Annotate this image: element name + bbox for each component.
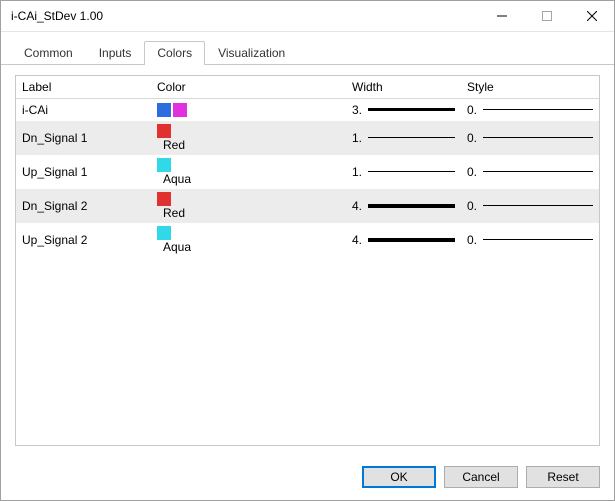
color-name: Red — [163, 206, 185, 220]
color-swatch — [157, 226, 171, 240]
width-value: 4. — [352, 233, 364, 247]
color-name: Aqua — [163, 240, 191, 254]
color-swatch — [157, 158, 171, 172]
row-style-cell[interactable]: 0. — [461, 189, 599, 223]
row-style-cell[interactable]: 0. — [461, 223, 599, 257]
style-preview-line — [483, 205, 593, 206]
color-swatches — [157, 103, 340, 117]
colors-grid: Label Color Width Style i-CAi3.0.Dn_Sign… — [16, 76, 599, 257]
tab-strip: CommonInputsColorsVisualization — [1, 32, 614, 65]
color-swatch — [157, 192, 171, 206]
row-color-cell[interactable]: Aqua — [151, 223, 346, 257]
color-name: Aqua — [163, 172, 191, 186]
row-width-cell[interactable]: 3. — [346, 99, 461, 121]
row-width-cell[interactable]: 4. — [346, 223, 461, 257]
close-icon — [587, 11, 597, 21]
row-label: i-CAi — [16, 99, 151, 121]
row-width-cell[interactable]: 4. — [346, 189, 461, 223]
width-preview-line — [368, 137, 455, 138]
dialog-window: i-CAi_StDev 1.00 CommonInputsColorsVisua… — [0, 0, 615, 501]
color-swatch — [173, 103, 187, 117]
color-swatch — [157, 124, 171, 138]
minimize-icon — [497, 11, 507, 21]
row-color-cell[interactable]: Red — [151, 121, 346, 155]
row-color-cell[interactable]: Red — [151, 189, 346, 223]
table-row[interactable]: Dn_Signal 1 Red 1. 0. — [16, 121, 599, 155]
width-value: 3. — [352, 103, 364, 117]
cancel-button[interactable]: Cancel — [444, 466, 518, 488]
style-value: 0. — [467, 131, 479, 145]
style-preview-line — [483, 171, 593, 172]
window-controls — [479, 1, 614, 31]
tab-colors[interactable]: Colors — [144, 41, 205, 65]
row-label: Dn_Signal 1 — [16, 121, 151, 155]
tab-visualization[interactable]: Visualization — [205, 41, 298, 65]
table-row[interactable]: Up_Signal 1 Aqua 1. 0. — [16, 155, 599, 189]
table-row[interactable]: Dn_Signal 2 Red 4. 0. — [16, 189, 599, 223]
color-swatches — [157, 158, 340, 172]
grid-header-color[interactable]: Color — [151, 76, 346, 99]
grid-header-style[interactable]: Style — [461, 76, 599, 99]
color-swatch — [157, 103, 171, 117]
width-preview-line — [368, 171, 455, 172]
style-value: 0. — [467, 199, 479, 213]
tab-common[interactable]: Common — [11, 41, 86, 65]
colors-grid-frame: Label Color Width Style i-CAi3.0.Dn_Sign… — [15, 75, 600, 446]
style-value: 0. — [467, 233, 479, 247]
style-preview-line — [483, 239, 593, 240]
row-label: Up_Signal 1 — [16, 155, 151, 189]
grid-header-label[interactable]: Label — [16, 76, 151, 99]
dialog-button-bar: OK Cancel Reset — [1, 456, 614, 500]
width-value: 1. — [352, 165, 364, 179]
color-swatches — [157, 192, 340, 206]
style-value: 0. — [467, 103, 479, 117]
grid-header-row: Label Color Width Style — [16, 76, 599, 99]
row-width-cell[interactable]: 1. — [346, 155, 461, 189]
tab-inputs[interactable]: Inputs — [86, 41, 145, 65]
row-color-cell[interactable] — [151, 99, 346, 121]
style-value: 0. — [467, 165, 479, 179]
width-value: 4. — [352, 199, 364, 213]
table-row[interactable]: i-CAi 3. 0. — [16, 99, 599, 121]
grid-header-width[interactable]: Width — [346, 76, 461, 99]
style-preview-line — [483, 137, 593, 138]
tab-content-colors: Label Color Width Style i-CAi3.0.Dn_Sign… — [1, 65, 614, 456]
row-style-cell[interactable]: 0. — [461, 155, 599, 189]
style-preview-line — [483, 109, 593, 110]
maximize-icon — [542, 11, 552, 21]
titlebar: i-CAi_StDev 1.00 — [1, 1, 614, 32]
ok-button[interactable]: OK — [362, 466, 436, 488]
window-title: i-CAi_StDev 1.00 — [11, 9, 479, 23]
row-color-cell[interactable]: Aqua — [151, 155, 346, 189]
color-swatches — [157, 124, 340, 138]
table-row[interactable]: Up_Signal 2 Aqua 4. 0. — [16, 223, 599, 257]
minimize-button[interactable] — [479, 1, 524, 31]
row-width-cell[interactable]: 1. — [346, 121, 461, 155]
maximize-button — [524, 1, 569, 31]
close-button[interactable] — [569, 1, 614, 31]
reset-button[interactable]: Reset — [526, 466, 600, 488]
row-label: Dn_Signal 2 — [16, 189, 151, 223]
width-value: 1. — [352, 131, 364, 145]
row-style-cell[interactable]: 0. — [461, 121, 599, 155]
width-preview-line — [368, 204, 455, 208]
width-preview-line — [368, 108, 455, 111]
color-name: Red — [163, 138, 185, 152]
row-label: Up_Signal 2 — [16, 223, 151, 257]
row-style-cell[interactable]: 0. — [461, 99, 599, 121]
color-swatches — [157, 226, 340, 240]
width-preview-line — [368, 238, 455, 242]
